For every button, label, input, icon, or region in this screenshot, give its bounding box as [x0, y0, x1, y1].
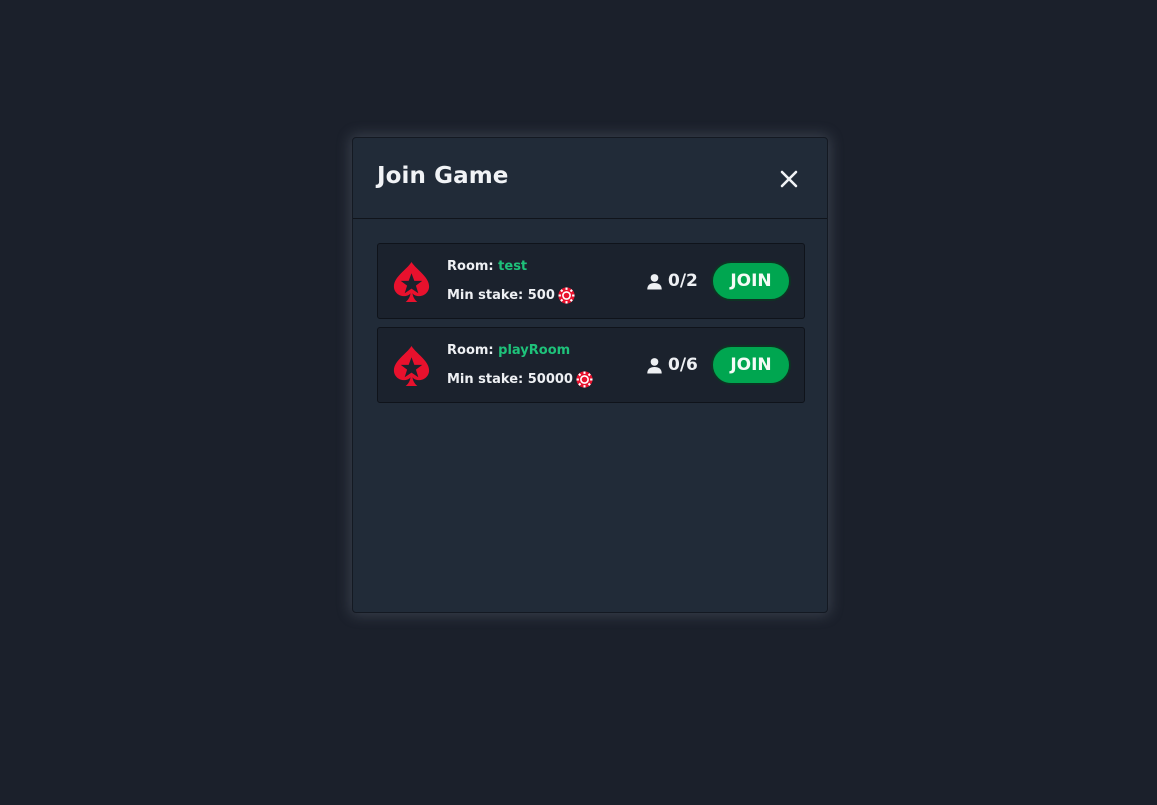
poker-chip-icon [558, 287, 575, 304]
room-card: Room: playRoom Min stake: 50000 0/6 JOIN [377, 327, 805, 403]
join-game-modal: Join Game Room: test Min stake: 500 0/2 … [352, 137, 828, 613]
player-count: 0/6 [646, 355, 698, 375]
poker-chip-icon [576, 371, 593, 388]
player-count: 0/2 [646, 271, 698, 291]
user-icon [647, 357, 662, 373]
user-icon [647, 273, 662, 289]
room-list: Room: test Min stake: 500 0/2 JOIN Room:… [377, 243, 805, 411]
join-button[interactable]: JOIN [711, 261, 791, 301]
room-name: Room: playRoom [447, 343, 570, 358]
player-count-value: 0/2 [668, 271, 698, 291]
room-label: Room: [447, 259, 499, 274]
room-name: Room: test [447, 259, 527, 274]
modal-header: Join Game [353, 138, 827, 219]
player-count-value: 0/6 [668, 355, 698, 375]
spade-star-icon [393, 345, 430, 387]
min-stake-label: Min stake: 50000 [447, 372, 573, 387]
room-name-value: playRoom [498, 343, 571, 358]
spade-star-icon [393, 261, 430, 303]
room-card: Room: test Min stake: 500 0/2 JOIN [377, 243, 805, 319]
join-button[interactable]: JOIN [711, 345, 791, 385]
modal-title: Join Game [377, 163, 509, 189]
close-icon[interactable] [779, 169, 799, 189]
room-name-value: test [498, 259, 528, 274]
min-stake-label: Min stake: 500 [447, 288, 555, 303]
room-label: Room: [447, 343, 499, 358]
min-stake: Min stake: 500 [447, 287, 575, 304]
min-stake: Min stake: 50000 [447, 371, 593, 388]
